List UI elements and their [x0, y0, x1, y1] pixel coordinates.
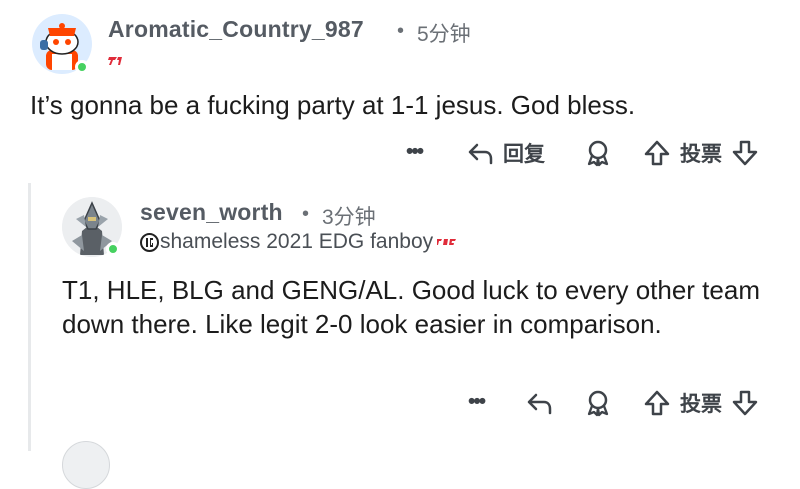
award-button[interactable]: [583, 388, 613, 418]
timestamp: 3分钟: [322, 206, 376, 229]
downvote-arrow-icon[interactable]: [730, 388, 760, 418]
edg-logo-icon: [436, 236, 458, 248]
more-options-button[interactable]: •••: [406, 140, 424, 164]
flair-text: shameless 2021 EDG fanboy: [160, 230, 434, 253]
award-icon: [583, 138, 613, 168]
more-label: •••: [406, 140, 424, 163]
reply-arrow-icon: [524, 388, 554, 418]
award-icon: [583, 388, 613, 418]
vote-control: 投票: [642, 388, 760, 418]
upvote-arrow-icon[interactable]: [642, 138, 672, 168]
reply-button[interactable]: 回复: [465, 138, 545, 168]
timestamp: 5分钟: [417, 23, 471, 46]
vote-label: 投票: [680, 393, 722, 416]
username[interactable]: Aromatic_Country_987: [108, 16, 364, 43]
award-button[interactable]: [583, 138, 613, 168]
upvote-arrow-icon[interactable]: [642, 388, 672, 418]
ig-team-logo-icon: [140, 232, 159, 252]
vote-label: 投票: [680, 143, 722, 166]
username[interactable]: seven_worth: [140, 199, 283, 226]
comment-body: T1, HLE, BLG and GENG/AL. Good luck to e…: [62, 275, 760, 339]
meta-separator: •: [302, 203, 310, 225]
next-comment-avatar[interactable]: [62, 441, 110, 489]
meta-separator: •: [397, 20, 405, 42]
reply-arrow-icon: [465, 138, 495, 168]
user-flair: shameless 2021 EDG fanboy: [140, 230, 458, 254]
downvote-arrow-icon[interactable]: [730, 138, 760, 168]
comment-body: It’s gonna be a fucking party at 1-1 jes…: [30, 90, 636, 120]
more-options-button[interactable]: •••: [468, 390, 486, 414]
online-indicator: [106, 242, 120, 256]
more-label: •••: [468, 390, 486, 413]
t1-flair-icon: [108, 53, 126, 71]
reply-button[interactable]: [524, 388, 554, 418]
reply-label: 回复: [503, 143, 545, 166]
thread-line[interactable]: [28, 183, 31, 451]
online-indicator: [75, 60, 89, 74]
vote-control: 投票: [642, 138, 760, 168]
